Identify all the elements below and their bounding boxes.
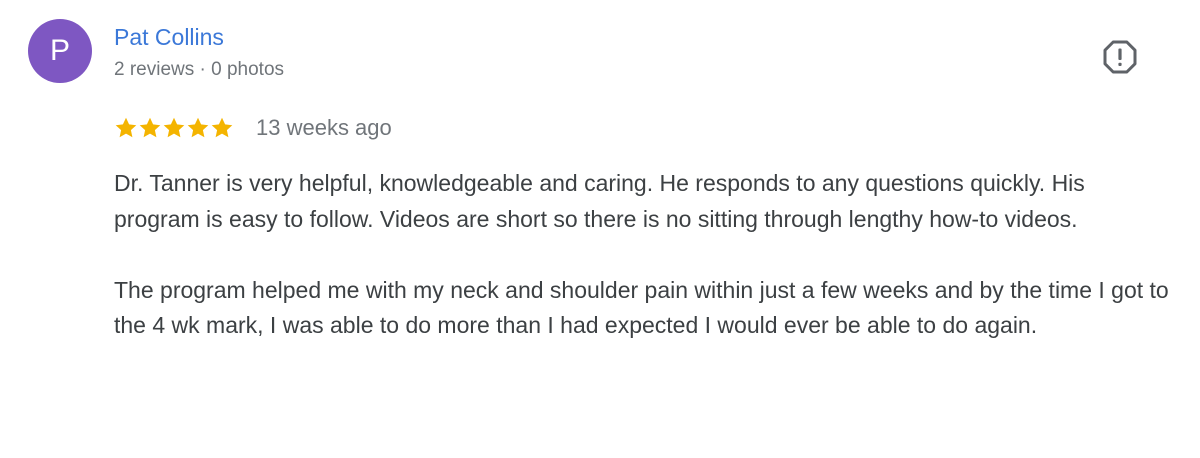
avatar[interactable]: P	[28, 19, 92, 83]
report-button[interactable]	[1100, 37, 1140, 77]
report-octagon-icon	[1103, 40, 1137, 74]
review-paragraph: Dr. Tanner is very helpful, knowledgeabl…	[114, 170, 1085, 232]
avatar-initial: P	[49, 34, 70, 67]
review-time: 13 weeks ago	[256, 115, 392, 140]
star-icon	[187, 117, 209, 138]
review-text: Dr. Tanner is very helpful, knowledgeabl…	[114, 166, 1176, 344]
star-icon	[211, 117, 233, 138]
star-rating	[114, 116, 234, 140]
reviewer-meta: 2 reviews · 0 photos	[114, 59, 285, 80]
rating-row: 13 weeks ago	[114, 112, 392, 144]
reviewer-name[interactable]: Pat Collins	[114, 22, 224, 52]
star-icon	[115, 117, 137, 138]
star-icon	[163, 117, 185, 138]
star-icon	[139, 117, 161, 138]
review-paragraph: The program helped me with my neck and s…	[114, 276, 1169, 339]
